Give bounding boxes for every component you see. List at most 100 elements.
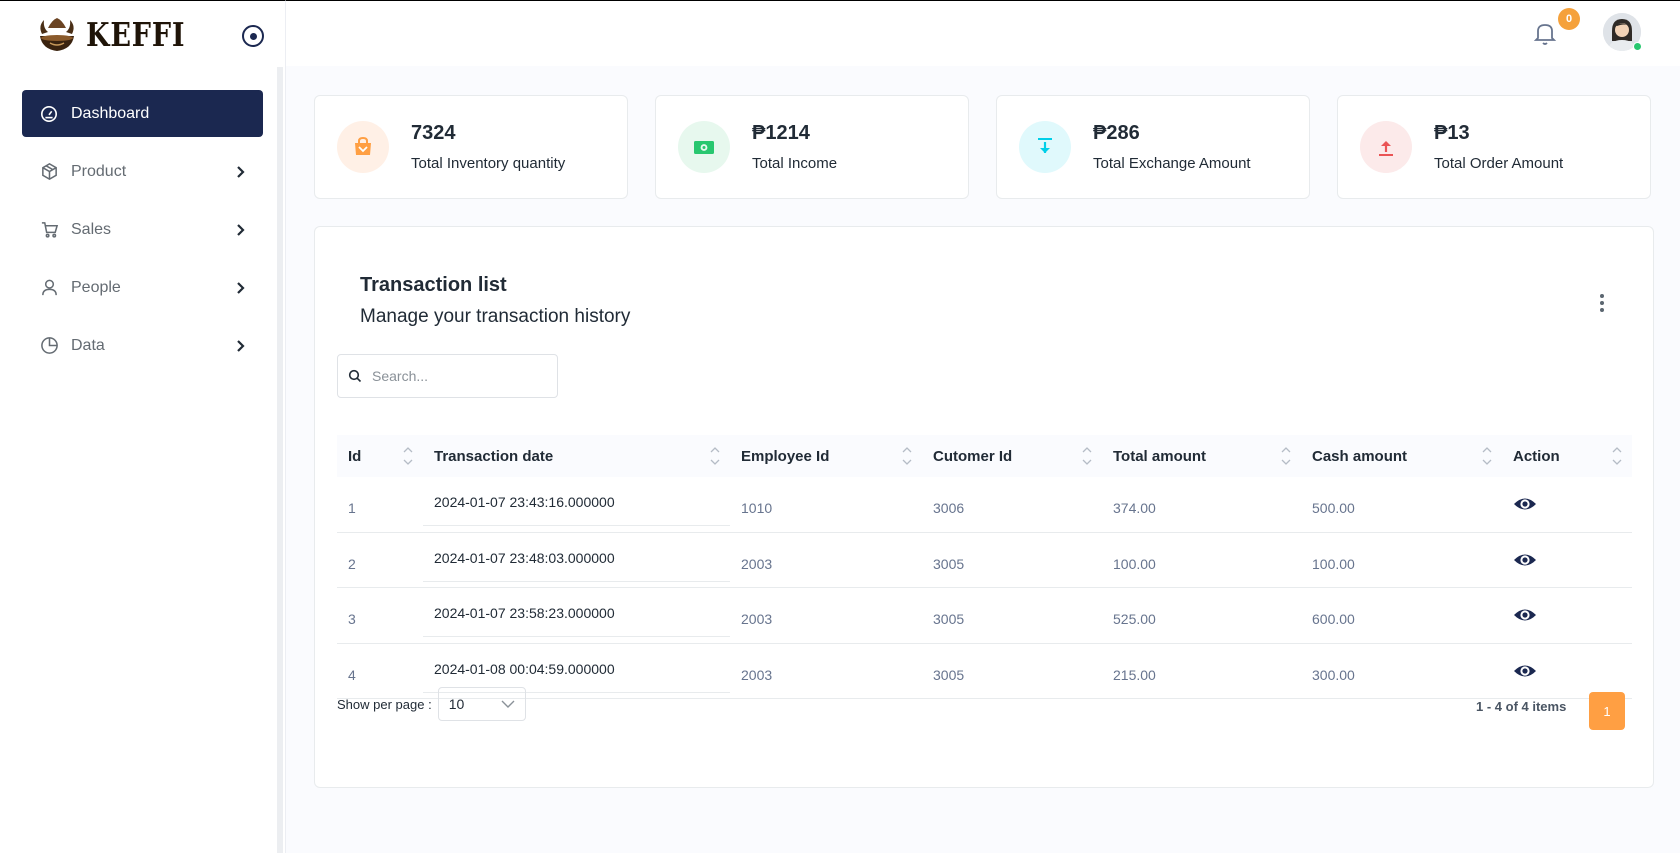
stat-card-order: ₱13 Total Order Amount (1337, 95, 1651, 199)
stat-card-inventory: 7324 Total Inventory quantity (314, 95, 628, 199)
search-input[interactable] (372, 368, 542, 384)
table-row: 3 2024-01-07 23:58:23.000000 2003 3005 5… (337, 588, 1632, 644)
table-row: 2 2024-01-07 23:48:03.000000 2003 3005 1… (337, 533, 1632, 588)
sidebar-item-label: Data (71, 336, 105, 354)
table-row: 1 2024-01-07 23:43:16.000000 1010 3006 3… (337, 477, 1632, 533)
sidebar-item-label: People (71, 278, 121, 296)
cell-date: 2024-01-07 23:48:03.000000 (423, 533, 730, 582)
sidebar-item-sales[interactable]: Sales (22, 206, 263, 253)
stat-label: Total Inventory quantity (411, 155, 566, 172)
online-status-dot (1633, 42, 1642, 51)
search-icon (348, 369, 362, 383)
transaction-table: Id Transaction date Employee Id Cutomer … (337, 435, 1632, 699)
cell-date: 2024-01-07 23:43:16.000000 (423, 477, 730, 526)
sidebar-nav: Dashboard Product Sales People Data (22, 90, 263, 380)
notification-count-badge: 0 (1558, 8, 1580, 30)
cell-customer: 3005 (933, 666, 965, 683)
sort-icon (710, 447, 720, 465)
coffee-logo-icon (40, 17, 74, 51)
stat-value: ₱286 (1093, 122, 1140, 144)
dashboard-gauge-icon (39, 104, 59, 124)
sidebar: KEFFI Dashboard Product Sales People Dat… (0, 0, 286, 853)
stat-value: ₱1214 (752, 122, 810, 144)
pagination-page-button[interactable]: 1 (1589, 692, 1625, 730)
stat-value: ₱13 (1434, 122, 1470, 144)
stat-label: Total Income (752, 155, 838, 172)
column-header-total[interactable]: Total amount (1102, 435, 1301, 477)
table-row: 4 2024-01-08 00:04:59.000000 2003 3005 2… (337, 644, 1632, 699)
sidebar-item-data[interactable]: Data (22, 322, 263, 369)
page-title: Transaction list (360, 274, 507, 296)
user-icon (39, 278, 59, 298)
cell-action (1502, 588, 1632, 643)
stat-label: Total Order Amount (1434, 155, 1564, 172)
column-header-cash[interactable]: Cash amount (1301, 435, 1502, 477)
cell-total: 100.00 (1113, 555, 1156, 572)
sidebar-item-dashboard[interactable]: Dashboard (22, 90, 263, 137)
cell-employee: 2003 (741, 666, 773, 683)
view-eye-icon[interactable] (1513, 548, 1537, 572)
stat-card-exchange: ₱286 Total Exchange Amount (996, 95, 1310, 199)
more-options-icon[interactable] (1592, 292, 1612, 314)
per-page-control: Show per page : 10 (337, 687, 526, 721)
notification-bell-icon[interactable] (1533, 20, 1557, 46)
cell-action (1502, 644, 1632, 699)
cell-action (1502, 533, 1632, 588)
column-header-action[interactable]: Action (1502, 435, 1632, 477)
view-eye-icon[interactable] (1513, 659, 1537, 683)
cell-total: 525.00 (1113, 611, 1156, 628)
stat-icon-bg (678, 121, 730, 173)
stat-value: 7324 (411, 122, 456, 144)
sort-icon (403, 447, 413, 465)
cart-icon (39, 220, 59, 240)
stat-icon-bg (337, 121, 389, 173)
sidebar-item-label: Product (71, 162, 127, 180)
column-header-employee[interactable]: Employee Id (730, 435, 922, 477)
cell-id: 2 (348, 555, 356, 572)
brand-name: KEFFI (86, 15, 186, 54)
cell-id: 3 (348, 611, 356, 628)
cell-cash: 100.00 (1312, 555, 1355, 572)
pagination-info: 1 - 4 of 4 items (1476, 699, 1567, 714)
cell-employee: 2003 (741, 555, 773, 572)
stats-row: 7324 Total Inventory quantity ₱1214 Tota… (314, 95, 1651, 199)
chevron-right-icon (237, 339, 245, 352)
cell-total: 374.00 (1113, 500, 1156, 517)
cell-action (1502, 477, 1632, 532)
upload-arrow-icon (1379, 141, 1393, 156)
stat-icon-bg (1019, 121, 1071, 173)
sidebar-item-product[interactable]: Product (22, 148, 263, 195)
sidebar-item-label: Sales (71, 220, 112, 238)
chevron-right-icon (237, 165, 245, 178)
cell-total: 215.00 (1113, 666, 1156, 683)
search-field[interactable] (337, 354, 558, 398)
cell-customer: 3006 (933, 500, 965, 517)
per-page-value: 10 (448, 696, 465, 712)
sort-icon (1612, 447, 1622, 465)
view-eye-icon[interactable] (1513, 492, 1537, 516)
sidebar-scrollbar[interactable] (277, 67, 283, 853)
cell-employee: 1010 (741, 500, 773, 517)
sort-icon (902, 447, 912, 465)
column-header-id[interactable]: Id (337, 435, 423, 477)
sidebar-toggle-button[interactable] (242, 25, 264, 47)
chevron-right-icon (237, 223, 245, 236)
column-header-customer[interactable]: Cutomer Id (922, 435, 1102, 477)
cell-customer: 3005 (933, 555, 965, 572)
cell-date: 2024-01-08 00:04:59.000000 (423, 644, 730, 693)
cell-customer: 3005 (933, 611, 965, 628)
money-bill-icon (694, 141, 714, 154)
sidebar-item-people[interactable]: People (22, 264, 263, 311)
cell-date: 2024-01-07 23:58:23.000000 (423, 588, 730, 637)
per-page-label: Show per page : (337, 696, 432, 712)
view-eye-icon[interactable] (1513, 603, 1537, 627)
column-header-date[interactable]: Transaction date (423, 435, 730, 477)
table-header: Id Transaction date Employee Id Cutomer … (337, 435, 1632, 477)
stat-card-income: ₱1214 Total Income (655, 95, 969, 199)
box-icon (39, 162, 59, 182)
pie-chart-icon (39, 336, 59, 356)
per-page-select[interactable]: 10 (437, 687, 526, 721)
sort-icon (1482, 447, 1492, 465)
stat-label: Total Exchange Amount (1093, 155, 1251, 172)
brand-logo[interactable]: KEFFI (34, 15, 207, 54)
